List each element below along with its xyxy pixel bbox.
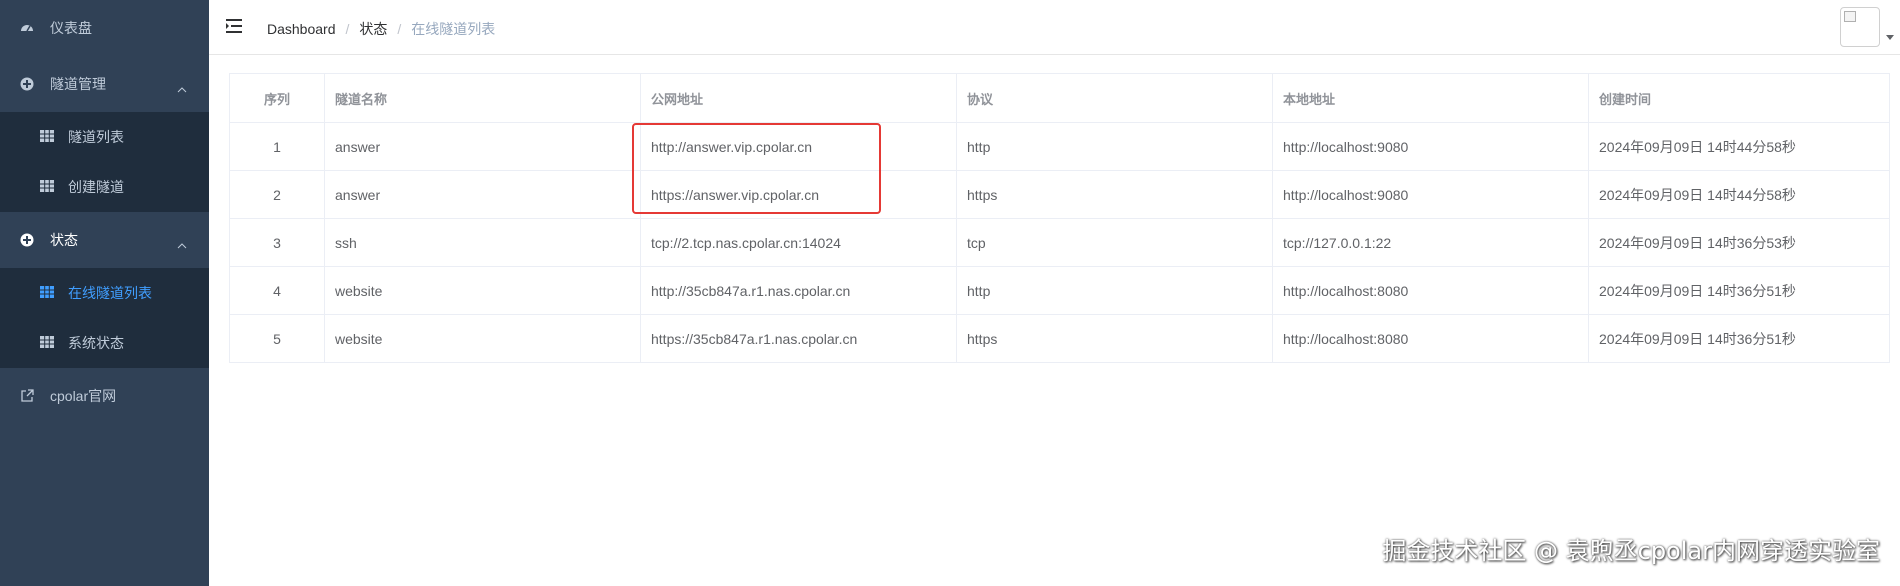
- sidebar-item-system-status[interactable]: 系统状态: [0, 318, 209, 368]
- plus-circle-icon: [20, 77, 34, 91]
- cell-local-address: tcp://127.0.0.1:22: [1272, 218, 1589, 267]
- dashboard-icon: [20, 21, 34, 35]
- cell-public-url: https://35cb847a.r1.nas.cpolar.cn: [640, 314, 957, 362]
- sidebar-item-label: cpolar官网: [50, 388, 117, 404]
- sidebar-item-label: 隧道管理: [50, 76, 106, 92]
- cell-protocol: https: [956, 314, 1273, 362]
- sidebar-item-tunnel-list[interactable]: 隧道列表: [0, 112, 209, 162]
- cell-public-url: http://35cb847a.r1.nas.cpolar.cn: [640, 266, 957, 315]
- cell-public-url: https://answer.vip.cpolar.cn: [640, 170, 957, 219]
- cell-created-time: 2024年09月09日 14时44分58秒: [1588, 170, 1889, 219]
- cell-created-time: 2024年09月09日 14时36分53秒: [1588, 218, 1889, 267]
- table-row: 3 ssh tcp://2.tcp.nas.cpolar.cn:14024 tc…: [230, 218, 1889, 267]
- online-tunnel-table: 序列 隧道名称 公网地址 协议 本地地址 创建时间 1 answer http:…: [229, 73, 1890, 363]
- plus-circle-icon: [20, 233, 34, 247]
- column-header: 创建时间: [1588, 74, 1889, 123]
- chevron-up-icon: [177, 236, 187, 252]
- watermark: 掘金技术社区 @ 袁煦丞cpolar内网穿透实验室: [1382, 537, 1880, 565]
- cell-name: website: [324, 314, 641, 362]
- cell-protocol: tcp: [956, 218, 1273, 267]
- sidebar-item-status[interactable]: 状态: [0, 212, 209, 268]
- sidebar-item-label: 在线隧道列表: [68, 285, 152, 301]
- column-header: 本地地址: [1272, 74, 1589, 123]
- cell-protocol: https: [956, 170, 1273, 219]
- table-header-row: 序列 隧道名称 公网地址 协议 本地地址 创建时间: [230, 74, 1889, 123]
- sidebar-item-online-tunnels[interactable]: 在线隧道列表: [0, 268, 209, 318]
- cell-name: answer: [324, 170, 641, 219]
- sidebar: 仪表盘 隧道管理 隧道列表 创建隧道 状态 在线隧道列表 系统状态 cpolar…: [0, 0, 209, 586]
- cell-index: 5: [230, 314, 325, 362]
- cell-created-time: 2024年09月09日 14时44分58秒: [1588, 122, 1889, 171]
- cell-local-address: http://localhost:8080: [1272, 314, 1589, 362]
- sidebar-item-cpolar-site[interactable]: cpolar官网: [0, 368, 209, 424]
- sidebar-item-label: 隧道列表: [68, 129, 124, 145]
- sidebar-item-label: 系统状态: [68, 335, 124, 351]
- caret-down-icon[interactable]: [1886, 35, 1894, 40]
- sidebar-item-label: 仪表盘: [50, 20, 92, 36]
- sidebar-item-dashboard[interactable]: 仪表盘: [0, 0, 209, 56]
- table-row: 1 answer http://answer.vip.cpolar.cn htt…: [230, 122, 1889, 171]
- sidebar-item-label: 状态: [50, 232, 78, 248]
- cell-protocol: http: [956, 122, 1273, 171]
- cell-index: 4: [230, 266, 325, 315]
- sidebar-item-create-tunnel[interactable]: 创建隧道: [0, 162, 209, 212]
- external-link-icon: [20, 389, 34, 403]
- cell-index: 3: [230, 218, 325, 267]
- cell-index: 2: [230, 170, 325, 219]
- cell-created-time: 2024年09月09日 14时36分51秒: [1599, 330, 1796, 347]
- cell-public-url: tcp://2.tcp.nas.cpolar.cn:14024: [640, 218, 957, 267]
- cell-name: answer: [324, 122, 641, 171]
- grid-icon: [40, 130, 54, 144]
- cell-protocol: http: [956, 266, 1273, 315]
- broken-image-icon: [1844, 11, 1856, 22]
- sidebar-item-tunnel-management[interactable]: 隧道管理: [0, 56, 209, 112]
- grid-icon: [40, 286, 54, 300]
- column-header: 公网地址: [640, 74, 957, 123]
- breadcrumb-status: 状态: [359, 21, 388, 37]
- table-row: 4 website http://35cb847a.r1.nas.cpolar.…: [230, 266, 1889, 315]
- grid-icon: [40, 336, 54, 350]
- column-header: 协议: [956, 74, 1273, 123]
- cell-public-url: http://answer.vip.cpolar.cn: [640, 122, 957, 171]
- cell-local-address: http://localhost:9080: [1272, 170, 1589, 219]
- breadcrumb-dashboard[interactable]: Dashboard: [267, 21, 336, 37]
- avatar[interactable]: [1840, 7, 1880, 47]
- hamburger-icon[interactable]: [226, 19, 242, 33]
- submenu-status: 在线隧道列表 系统状态: [0, 268, 209, 368]
- breadcrumb-current: 在线隧道列表: [411, 21, 496, 37]
- table-row: 5 website https://35cb847a.r1.nas.cpolar…: [230, 314, 1889, 362]
- submenu-tunnel-management: 隧道列表 创建隧道: [0, 112, 209, 212]
- column-header: 序列: [230, 74, 325, 123]
- sidebar-item-label: 创建隧道: [68, 179, 124, 195]
- cell-name: ssh: [324, 218, 641, 267]
- table-row: 2 answer https://answer.vip.cpolar.cn ht…: [230, 170, 1889, 219]
- navbar: Dashboard / 状态 / 在线隧道列表: [209, 0, 1900, 55]
- cell-local-address: http://localhost:9080: [1272, 122, 1589, 171]
- cell-created-time: 2024年09月09日 14时36分51秒: [1588, 266, 1889, 315]
- chevron-up-icon: [177, 80, 187, 96]
- cell-index: 1: [230, 122, 325, 171]
- breadcrumb: Dashboard / 状态 / 在线隧道列表: [267, 21, 496, 37]
- cell-name: website: [324, 266, 641, 315]
- cell-local-address: http://localhost:8080: [1272, 266, 1589, 315]
- grid-icon: [40, 180, 54, 194]
- column-header: 隧道名称: [324, 74, 641, 123]
